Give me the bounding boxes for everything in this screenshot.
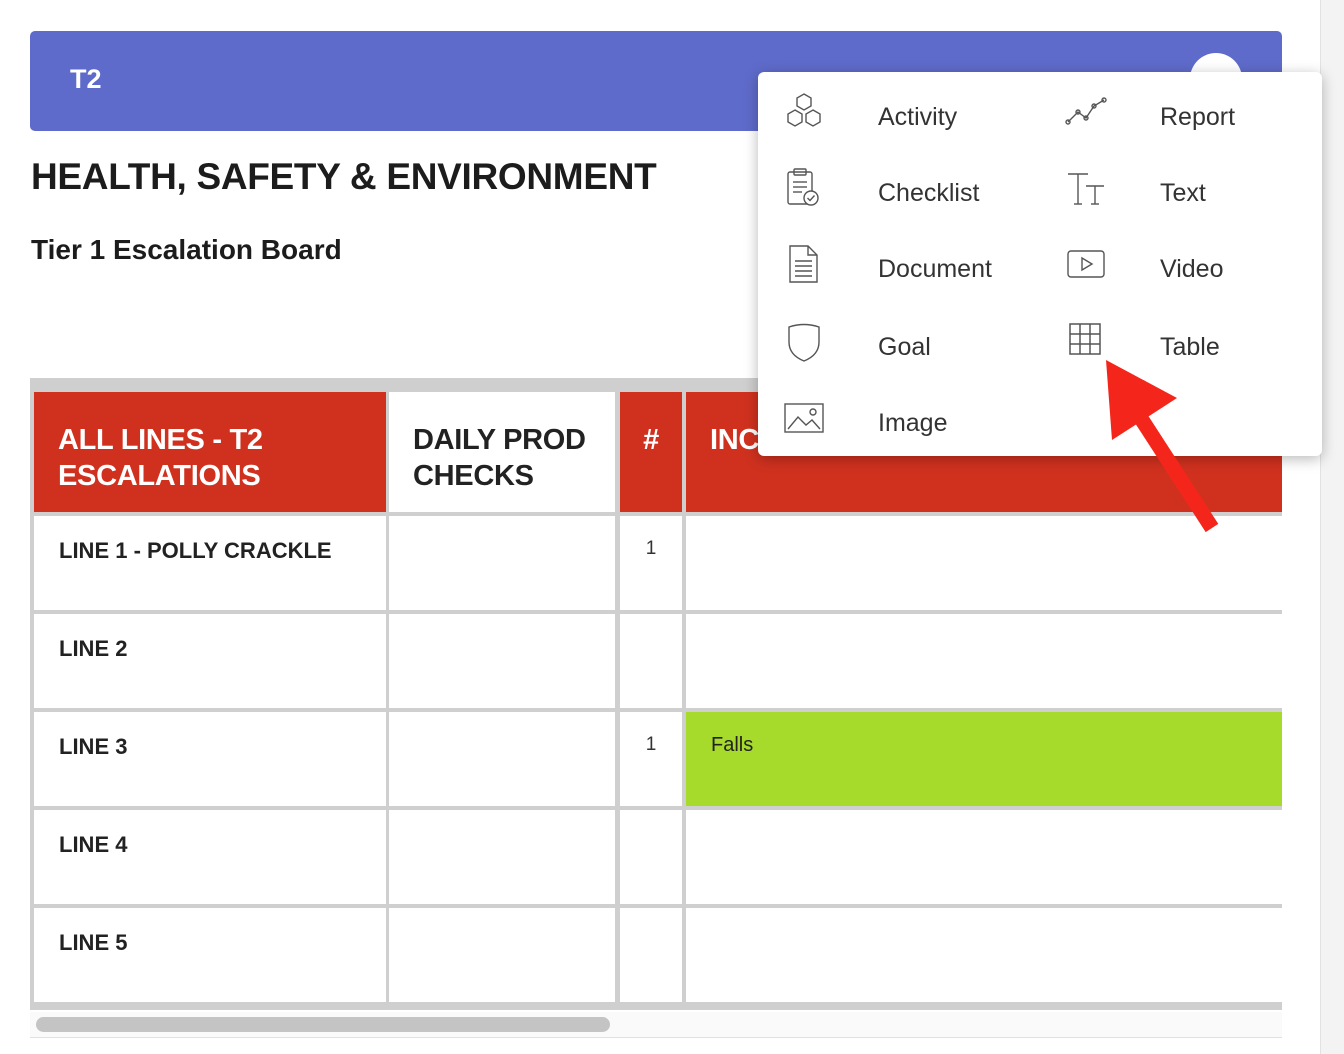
menu-item-checklist[interactable]: Checklist (782, 156, 1032, 216)
row-label: LINE 4 (59, 832, 128, 857)
table-row-label-cell[interactable]: LINE 1 - POLLY CRACKLE (34, 516, 386, 610)
table-row-label-cell[interactable]: LINE 3 (34, 712, 386, 806)
horizontal-scrollbar-thumb[interactable] (36, 1017, 610, 1032)
shield-icon (788, 323, 820, 362)
document-icon (789, 245, 818, 283)
horizontal-scrollbar[interactable] (30, 1012, 1282, 1038)
menu-item-label: Checklist (878, 179, 980, 207)
page-scroll-gutter (1320, 0, 1344, 1054)
table-cell-daily-prod[interactable] (389, 908, 615, 1002)
add-widget-menu: Activity Report Checklist Text Document (758, 72, 1322, 456)
table-cell-daily-prod[interactable] (389, 516, 615, 610)
row-label: LINE 5 (59, 930, 128, 955)
table-cell-count[interactable] (620, 908, 682, 1002)
menu-item-label: Image (878, 409, 948, 437)
annotation-arrow (1106, 360, 1219, 533)
menu-item-goal[interactable]: Goal (782, 310, 1032, 370)
menu-item-label: Video (1160, 255, 1224, 283)
row-label: LINE 1 - POLLY CRACKLE (59, 538, 332, 563)
table-cell-count[interactable] (620, 810, 682, 904)
image-icon (784, 403, 824, 433)
line-chart-icon (1065, 97, 1107, 125)
menu-item-document[interactable]: Document (782, 232, 1032, 292)
column-header-label: DAILY PROD CHECKS (413, 424, 586, 492)
video-play-icon (1067, 250, 1105, 278)
table-cell-incident[interactable] (686, 614, 1282, 708)
row-label: LINE 3 (59, 734, 128, 759)
table-cell-incident-highlighted[interactable]: Falls (686, 712, 1282, 806)
menu-item-image[interactable]: Image (782, 386, 1032, 446)
incident-text: Falls (711, 734, 754, 756)
column-header-count: # (620, 392, 682, 512)
clipboard-check-icon (787, 168, 819, 206)
page-title: HEALTH, SAFETY & ENVIRONMENT (31, 156, 657, 197)
row-count: 1 (645, 538, 657, 559)
menu-item-label: Text (1160, 179, 1206, 207)
menu-item-text[interactable]: Text (1064, 156, 1304, 216)
table-cell-count[interactable]: 1 (620, 516, 682, 610)
section-tab-label: T2 (70, 64, 102, 94)
escalation-board-table: ALL LINES - T2 ESCALATIONS DAILY PROD CH… (30, 378, 1282, 1010)
table-cell-daily-prod[interactable] (389, 614, 615, 708)
table-row-label-cell[interactable]: LINE 2 (34, 614, 386, 708)
menu-item-video[interactable]: Video (1064, 232, 1304, 292)
menu-item-label: Activity (878, 103, 958, 131)
table-cell-count[interactable]: 1 (620, 712, 682, 806)
menu-item-report[interactable]: Report (1064, 80, 1304, 140)
text-size-icon (1068, 173, 1104, 205)
column-header-label: # (643, 424, 659, 456)
table-cell-incident[interactable] (686, 810, 1282, 904)
page-subtitle: Tier 1 Escalation Board (31, 234, 342, 265)
table-row-label-cell[interactable]: LINE 4 (34, 810, 386, 904)
table-cell-daily-prod[interactable] (389, 712, 615, 806)
row-label: LINE 2 (59, 636, 128, 661)
column-header-lines: ALL LINES - T2 ESCALATIONS (34, 392, 386, 512)
column-header-daily-prod: DAILY PROD CHECKS (389, 392, 615, 512)
menu-item-label: Report (1160, 103, 1236, 131)
table-cell-incident[interactable] (686, 908, 1282, 1002)
table-row-label-cell[interactable]: LINE 5 (34, 908, 386, 1002)
table-cell-daily-prod[interactable] (389, 810, 615, 904)
menu-item-label: Document (878, 255, 992, 283)
column-header-label: ALL LINES - T2 ESCALATIONS (58, 424, 263, 492)
table-cell-count[interactable] (620, 614, 682, 708)
menu-item-activity[interactable]: Activity (782, 80, 1032, 140)
hexagons-icon (787, 93, 821, 127)
menu-item-label: Goal (878, 333, 931, 361)
row-count: 1 (645, 734, 657, 755)
